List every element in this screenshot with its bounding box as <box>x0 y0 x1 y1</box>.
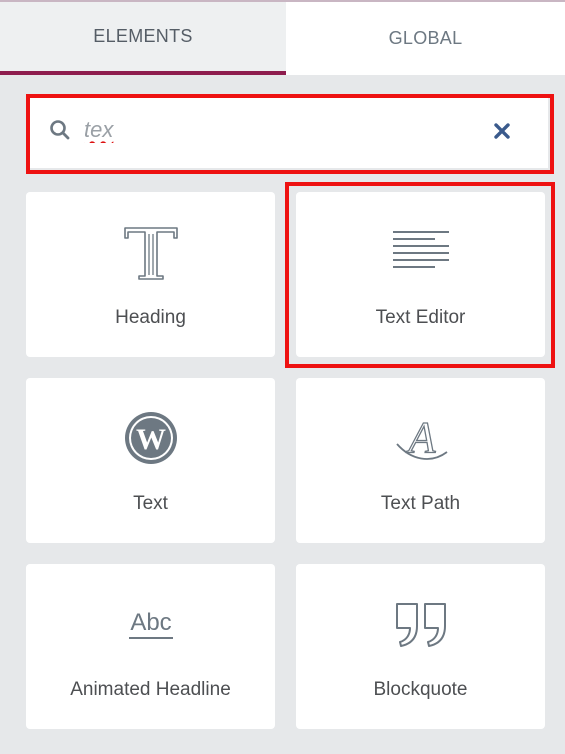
widget-label: Heading <box>115 307 186 328</box>
wordpress-icon: W <box>124 412 177 464</box>
widget-label: Text Path <box>380 493 461 514</box>
animated-headline-icon-text: Abc <box>130 609 171 636</box>
heading-icon <box>123 227 178 280</box>
tab-global[interactable]: GLOBAL <box>286 2 565 75</box>
widget-text-editor[interactable]: Text Editor <box>296 192 545 357</box>
animated-headline-icon: Abc <box>128 609 173 639</box>
widget-text[interactable]: W Text <box>26 378 275 543</box>
widget-text-path[interactable]: A Text Path <box>296 378 545 543</box>
search-input[interactable] <box>84 114 464 146</box>
widget-label: Text Editor <box>375 307 466 328</box>
blockquote-icon <box>395 603 446 647</box>
svg-text:W: W <box>136 423 166 456</box>
text-editor-icon <box>392 231 449 268</box>
tab-elements[interactable]: ELEMENTS <box>0 2 286 75</box>
widget-label: Text <box>133 493 168 514</box>
widget-blockquote[interactable]: Blockquote <box>296 564 545 729</box>
text-path-icon: A <box>395 412 448 463</box>
widget-label: Animated Headline <box>70 679 231 700</box>
widget-heading[interactable]: Heading <box>26 192 275 357</box>
widget-label: Blockquote <box>373 679 468 700</box>
widget-animated-headline[interactable]: Abc Animated Headline <box>26 564 275 729</box>
panel-tabs: ELEMENTS GLOBAL <box>0 2 565 75</box>
search-icon <box>50 120 70 140</box>
close-icon[interactable] <box>490 119 514 143</box>
